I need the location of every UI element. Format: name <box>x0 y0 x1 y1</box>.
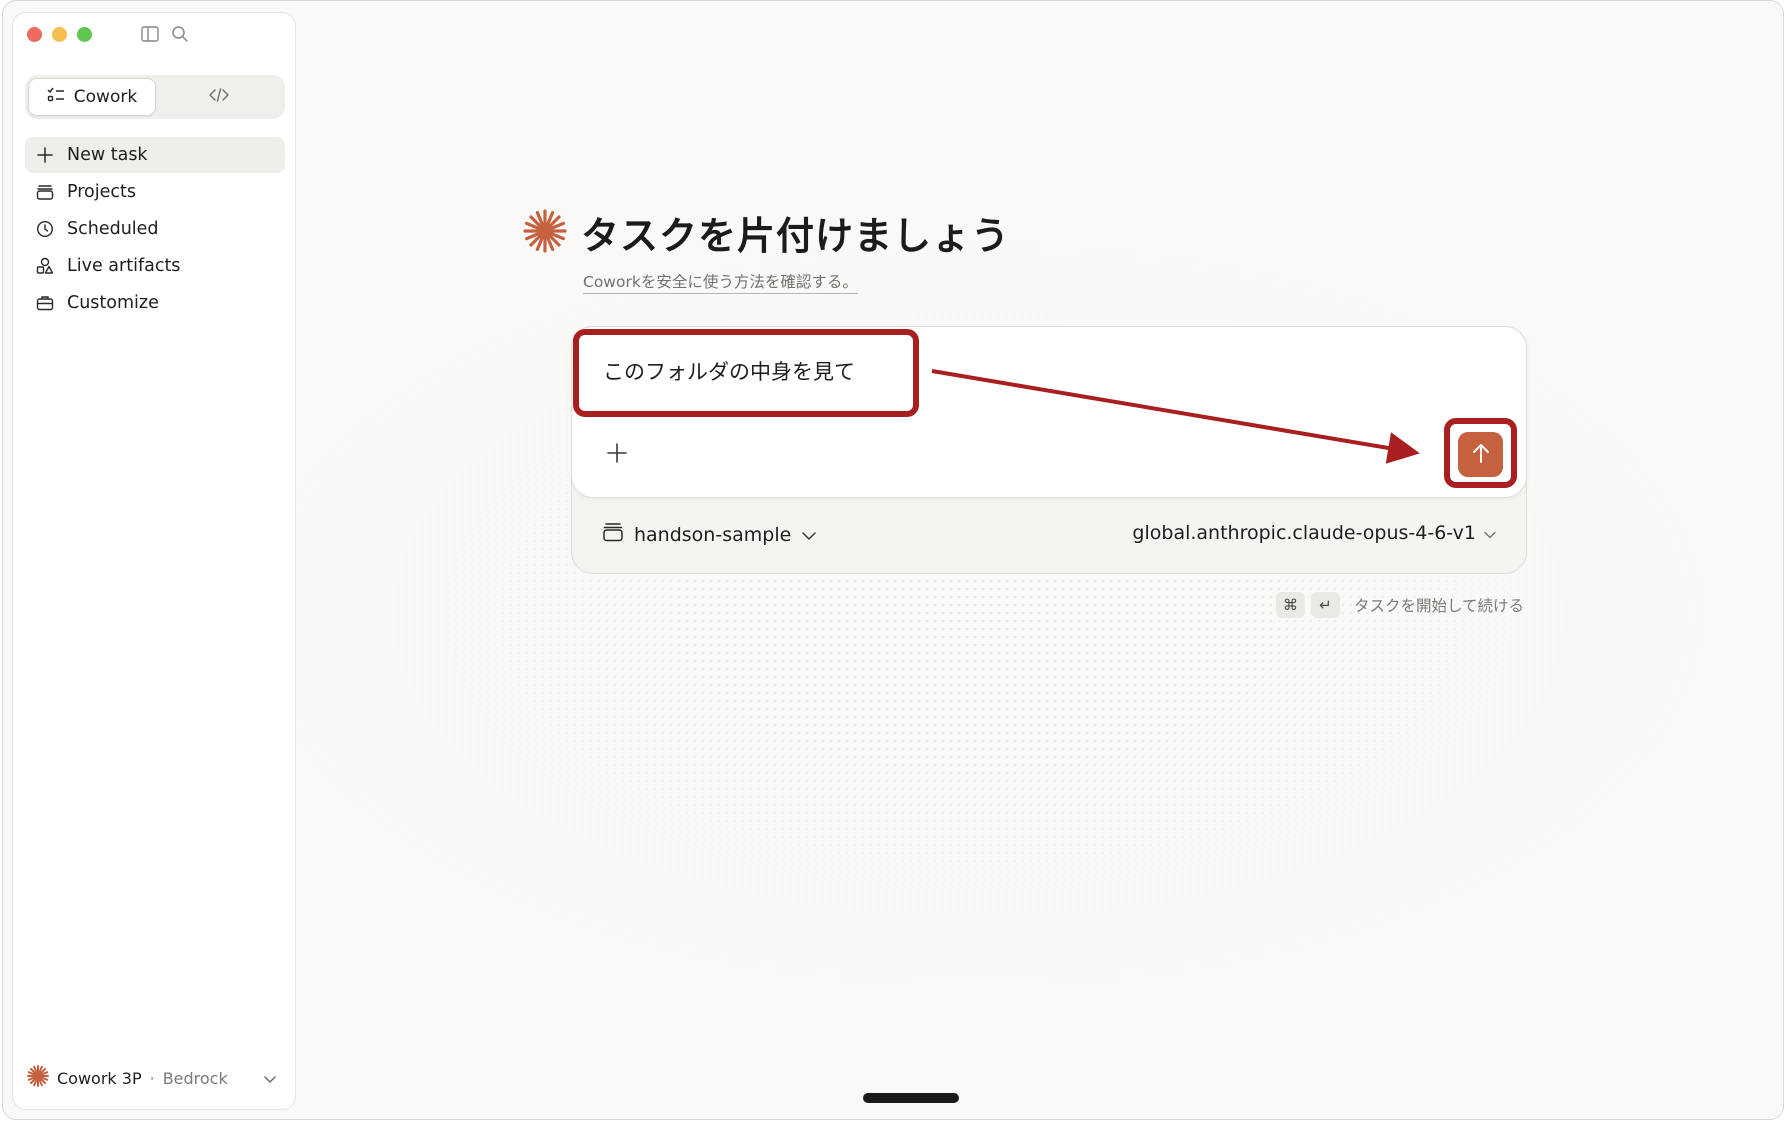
annotation-arrow <box>931 369 1420 464</box>
